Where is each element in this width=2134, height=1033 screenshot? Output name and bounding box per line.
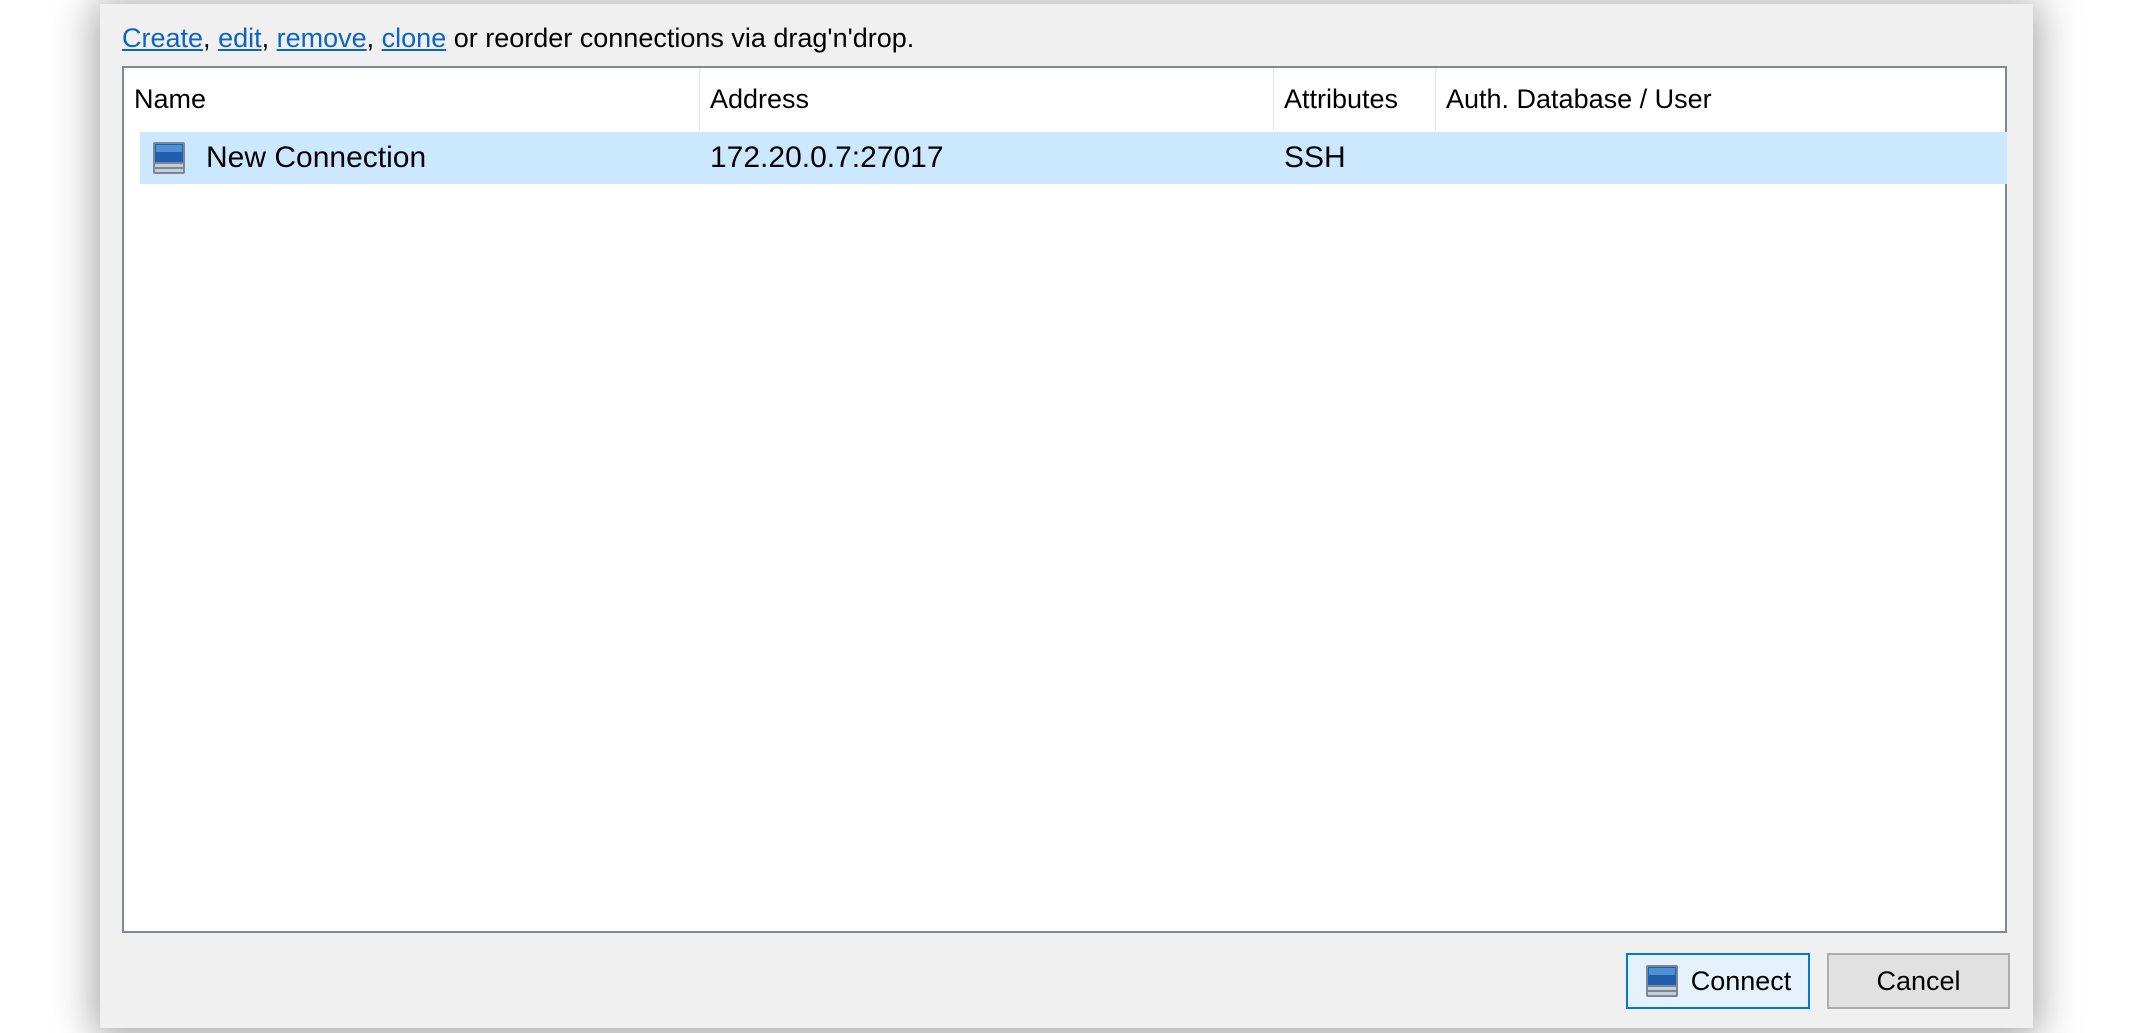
instructions-rest: or reorder connections via drag'n'drop.	[446, 23, 915, 53]
edit-link[interactable]: edit	[218, 23, 262, 53]
computer-icon	[153, 142, 185, 174]
cancel-button[interactable]: Cancel	[1827, 953, 2010, 1009]
column-header-attributes[interactable]: Attributes	[1274, 68, 1436, 130]
connections-list[interactable]: Name Address Attributes Auth. Database /…	[122, 66, 2007, 933]
connect-button-content: Connect	[1628, 955, 1808, 1007]
connection-name: New Connection	[206, 141, 427, 174]
column-header-auth[interactable]: Auth. Database / User	[1436, 68, 2007, 130]
connection-row[interactable]: New Connection 172.20.0.7:27017 SSH	[140, 132, 2007, 184]
separator: ,	[203, 23, 219, 53]
connection-manager-dialog: Create, edit, remove, clone or reorder c…	[100, 4, 2033, 1028]
column-header-name[interactable]: Name	[124, 68, 700, 130]
column-header-address[interactable]: Address	[700, 68, 1274, 130]
cancel-button-content: Cancel	[1829, 955, 2008, 1007]
list-header: Name Address Attributes Auth. Database /…	[124, 68, 2005, 130]
connection-address: 172.20.0.7:27017	[710, 141, 944, 174]
cancel-button-label: Cancel	[1876, 965, 1961, 996]
separator: ,	[261, 23, 277, 53]
connect-button-label: Connect	[1690, 965, 1792, 996]
connection-attributes: SSH	[1284, 141, 1346, 174]
computer-icon	[1645, 965, 1678, 997]
create-link[interactable]: Create	[122, 23, 203, 53]
separator: ,	[366, 23, 382, 53]
remove-link[interactable]: remove	[277, 23, 367, 53]
clone-link[interactable]: clone	[382, 23, 447, 53]
connect-button[interactable]: Connect	[1626, 953, 1810, 1009]
instructions-text: Create, edit, remove, clone or reorder c…	[122, 18, 914, 58]
